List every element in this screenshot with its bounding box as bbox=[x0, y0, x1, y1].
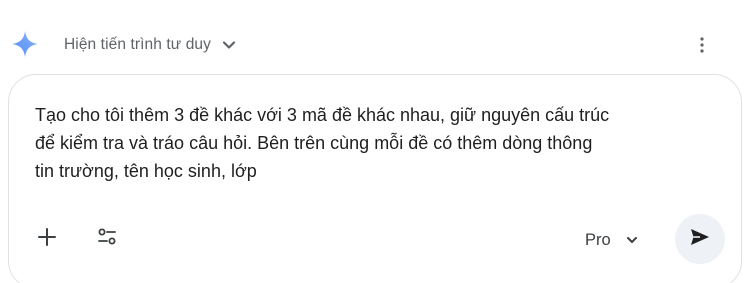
model-label: Pro bbox=[585, 230, 611, 249]
send-icon bbox=[688, 225, 712, 254]
model-selector[interactable]: Pro bbox=[585, 225, 639, 255]
prompt-input[interactable]: Tạo cho tôi thêm 3 đề khác với 3 mã đề k… bbox=[35, 101, 715, 185]
tools-button[interactable] bbox=[89, 221, 125, 257]
tools-icon bbox=[95, 225, 119, 254]
plus-icon bbox=[36, 226, 58, 253]
thinking-row: Hiện tiến trình tư duy bbox=[0, 26, 745, 66]
spark-icon bbox=[10, 29, 40, 59]
thinking-label: Hiện tiến trình tư duy bbox=[64, 36, 211, 53]
send-button[interactable] bbox=[675, 214, 725, 264]
prompt-composer: Tạo cho tôi thêm 3 đề khác với 3 mã đề k… bbox=[8, 74, 742, 283]
chevron-down-icon bbox=[221, 37, 237, 53]
thinking-toggle[interactable]: Hiện tiến trình tư duy bbox=[64, 33, 237, 57]
add-button[interactable] bbox=[29, 221, 65, 257]
chevron-down-icon bbox=[625, 233, 639, 247]
chat-page: Hiện tiến trình tư duy Tạo cho tôi thêm … bbox=[0, 0, 745, 283]
more-vertical-icon[interactable] bbox=[694, 34, 710, 56]
